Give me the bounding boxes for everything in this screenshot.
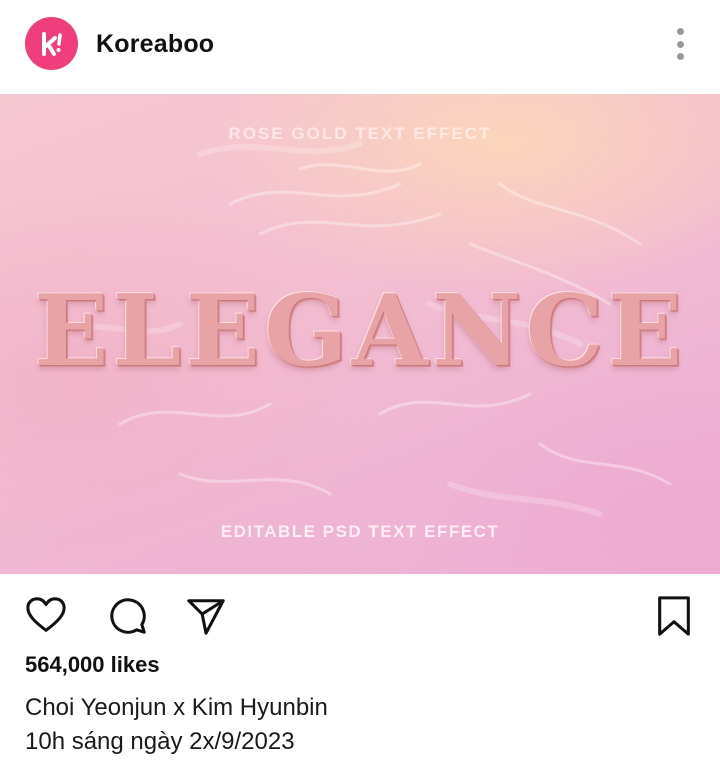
more-options-button[interactable] [668,24,692,64]
bookmark-icon [658,596,690,636]
like-button[interactable] [24,594,68,638]
image-main-text: ELEGANCE [33,274,687,389]
likes-count[interactable]: 564,000 likes [25,652,160,678]
save-button[interactable] [652,594,696,638]
caption-line: 10h sáng ngày 2x/9/2023 [25,728,295,755]
heart-icon [26,597,66,632]
comment-icon [110,598,146,634]
share-button[interactable] [184,594,228,638]
more-vertical-icon [676,28,684,35]
comment-button[interactable] [106,594,150,638]
koreaboo-logo-icon [41,31,62,56]
post-caption: Choi Yeonjun x Kim Hyunbin 10h sáng ngày… [25,692,328,760]
more-dot [676,53,684,60]
send-icon [187,599,225,635]
image-bottom-text: EDITABLE PSD TEXT EFFECT [220,522,500,541]
more-dot [676,40,684,48]
image-top-text: ROSE GOLD TEXT EFFECT [228,124,492,143]
caption-line: Choi Yeonjun x Kim Hyunbin [25,694,328,721]
post-image[interactable]: ROSE GOLD TEXT EFFECT ELEGANCE EDITABLE … [0,94,720,574]
action-bar [0,574,720,652]
avatar[interactable] [25,17,78,70]
account-name[interactable]: Koreaboo [96,30,214,59]
post-header: Koreaboo [0,0,720,94]
